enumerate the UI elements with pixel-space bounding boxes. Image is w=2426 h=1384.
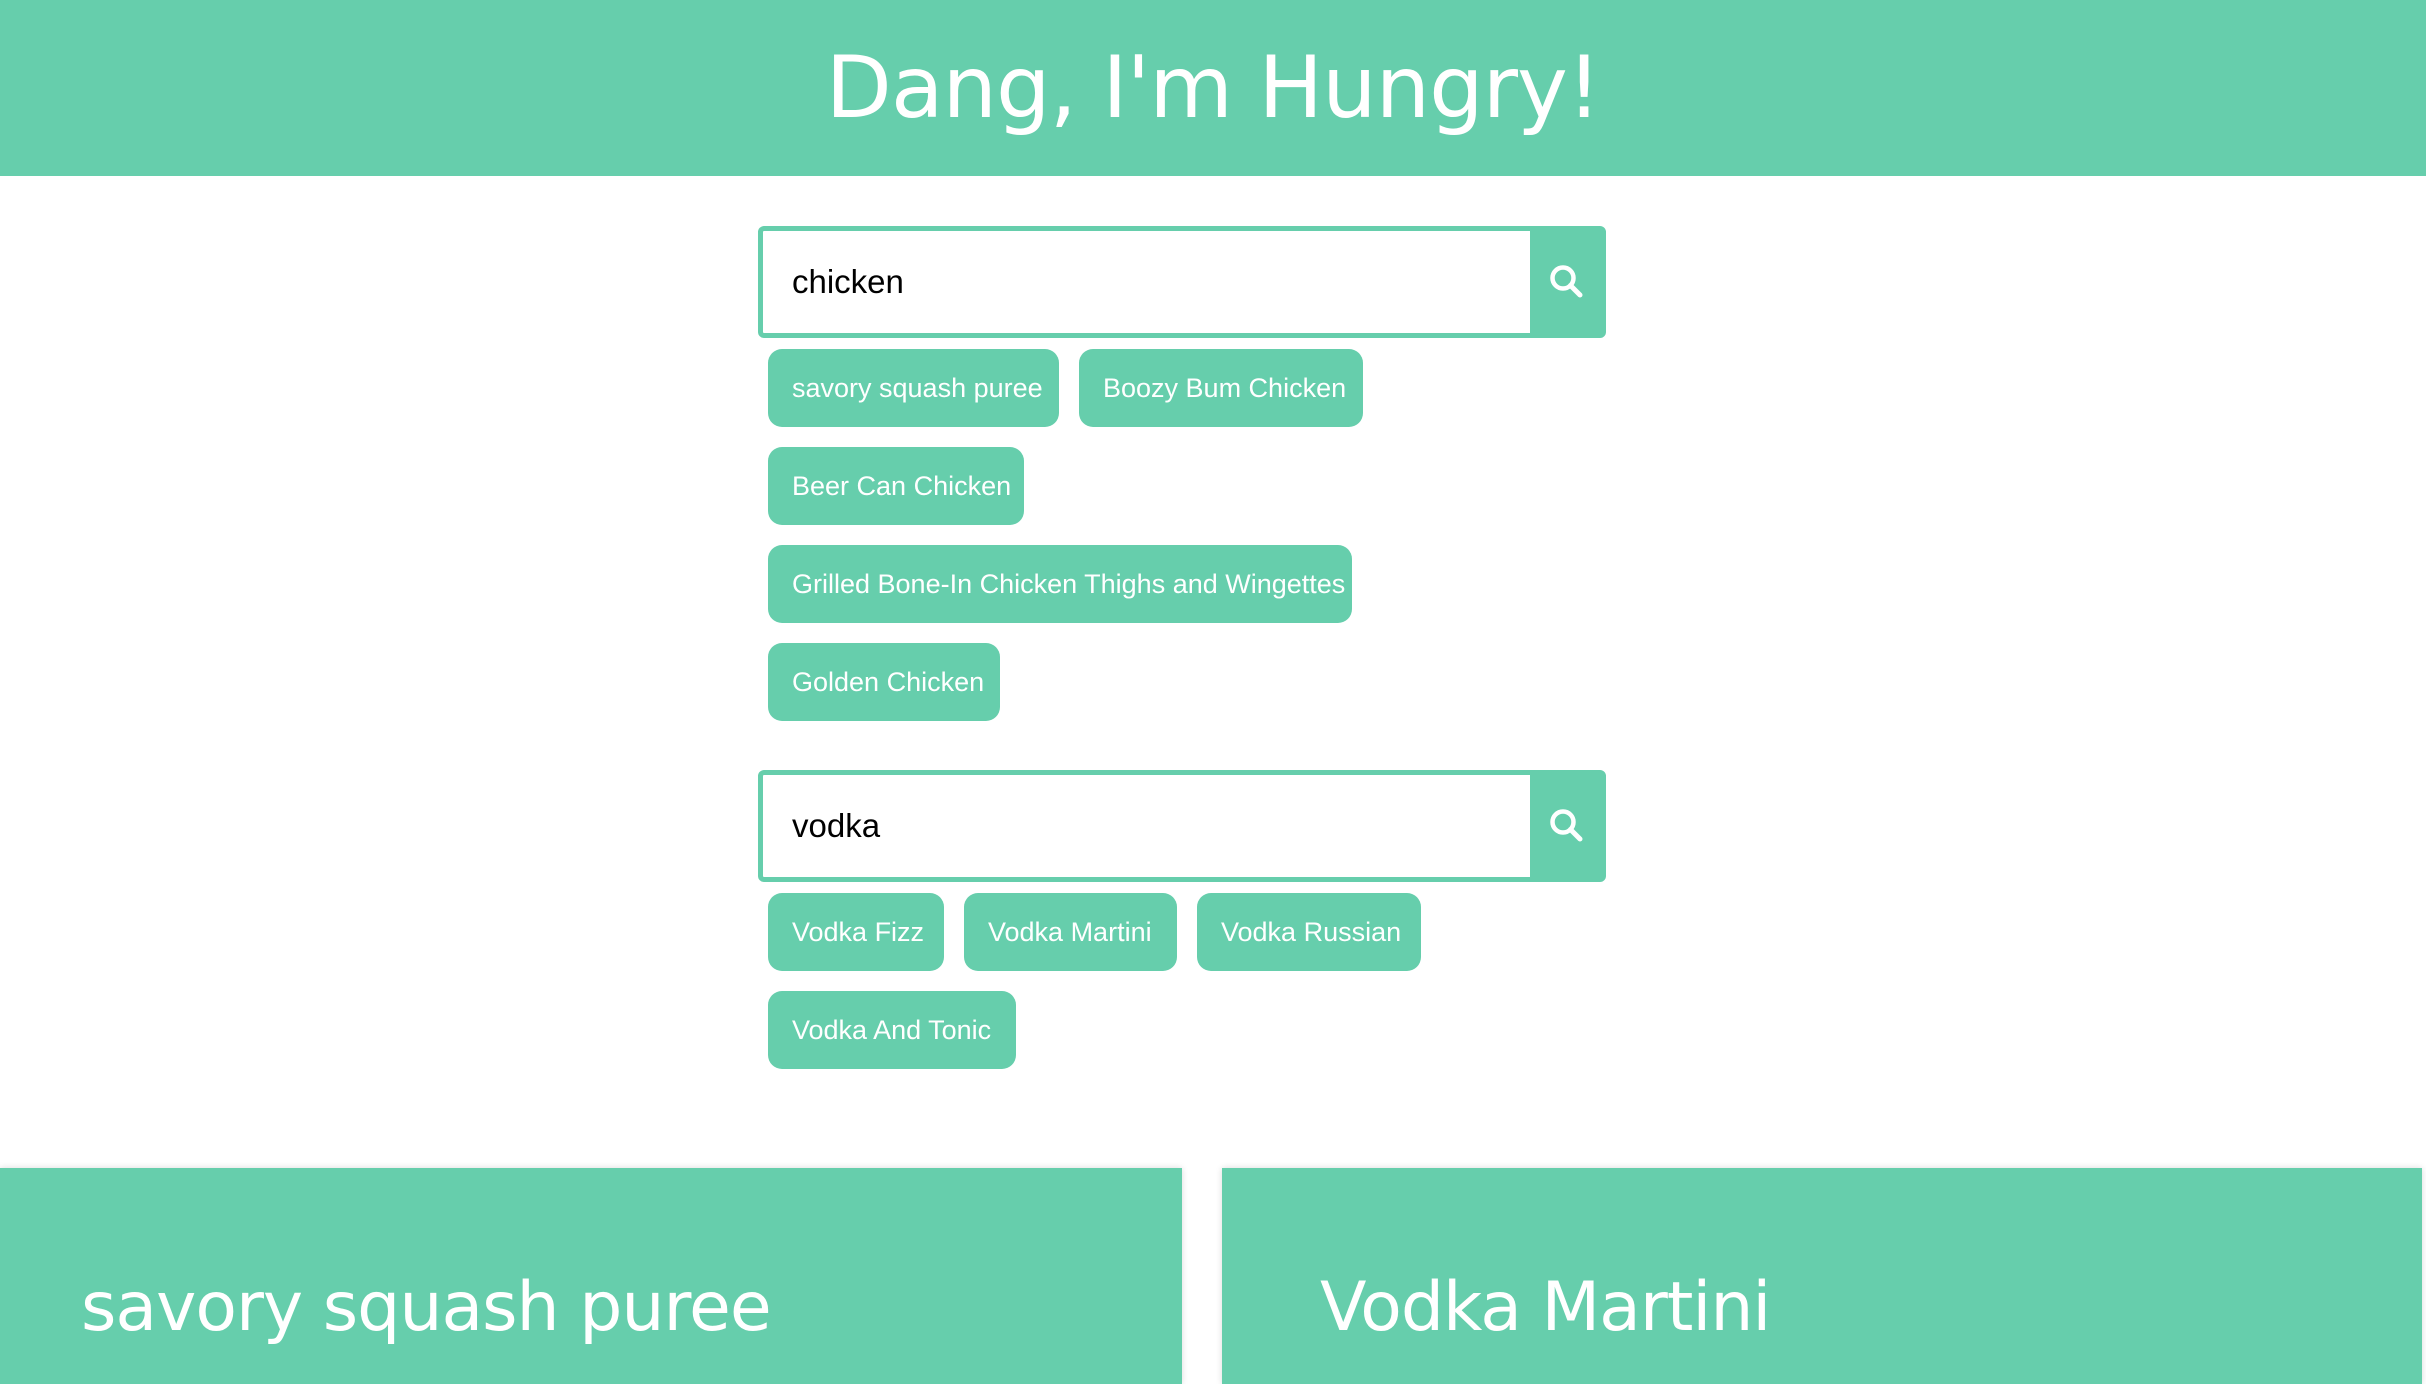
drink-search-bar [758, 770, 1606, 882]
drink-results: Vodka Fizz Vodka Martini Vodka Russian V… [758, 893, 1488, 1089]
search-icon [1548, 807, 1584, 846]
drink-result-item[interactable]: Vodka Martini [964, 893, 1177, 971]
drink-search-button[interactable] [1530, 775, 1601, 877]
app-title: Dang, I'm Hungry! [825, 38, 1602, 138]
drink-search-section: Vodka Fizz Vodka Martini Vodka Russian V… [758, 770, 1606, 1089]
food-result-item[interactable]: savory squash puree [768, 349, 1059, 427]
drink-card-title: Vodka Martini [1320, 1268, 1771, 1347]
food-search-button[interactable] [1530, 231, 1601, 333]
food-card-title: savory squash puree [81, 1268, 772, 1347]
food-search-bar [758, 226, 1606, 338]
food-result-item[interactable]: Beer Can Chicken [768, 447, 1024, 525]
app-header: Dang, I'm Hungry! [0, 0, 2426, 176]
drink-result-item[interactable]: Vodka Fizz [768, 893, 944, 971]
food-card: savory squash puree [0, 1168, 1182, 1384]
drink-card: Vodka Martini [1222, 1168, 2422, 1384]
food-results: savory squash puree Boozy Bum Chicken Be… [758, 349, 1488, 741]
food-result-item[interactable]: Boozy Bum Chicken [1079, 349, 1363, 427]
drink-search-input[interactable] [763, 775, 1530, 877]
food-result-item[interactable]: Golden Chicken [768, 643, 1000, 721]
drink-result-item[interactable]: Vodka Russian [1197, 893, 1421, 971]
food-result-item[interactable]: Grilled Bone-In Chicken Thighs and Winge… [768, 545, 1352, 623]
food-search-input[interactable] [763, 231, 1530, 333]
search-icon [1548, 263, 1584, 302]
food-search-section: savory squash puree Boozy Bum Chicken Be… [758, 226, 1606, 741]
drink-result-item[interactable]: Vodka And Tonic [768, 991, 1016, 1069]
